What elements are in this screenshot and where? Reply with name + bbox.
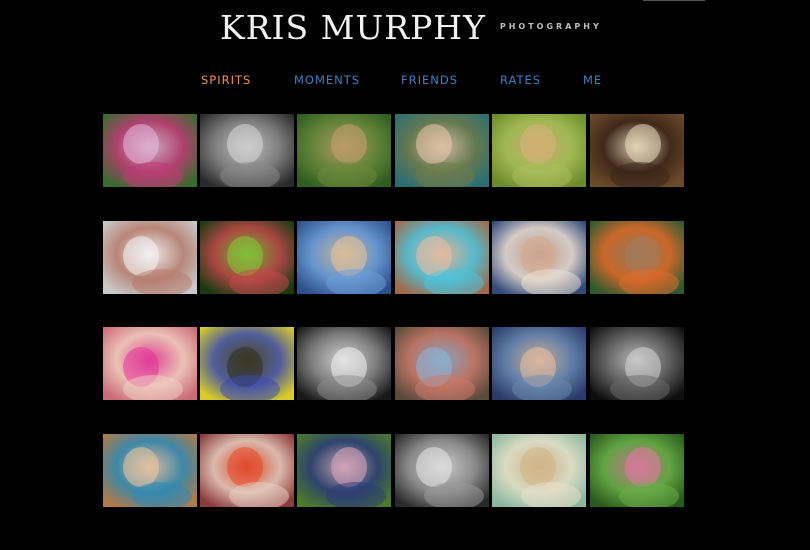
photo-image bbox=[297, 434, 391, 507]
photo-thumbnail[interactable] bbox=[297, 114, 391, 187]
photo-thumbnail[interactable] bbox=[492, 327, 586, 400]
photo-image bbox=[200, 221, 294, 294]
logo-name: KRIS MURPHY bbox=[220, 8, 486, 47]
logo-tagline: PHOTOGRAPHY bbox=[499, 22, 602, 31]
nav-item-spirits[interactable]: SPIRITS bbox=[201, 73, 251, 87]
photo-image bbox=[200, 114, 294, 187]
photo-thumbnail[interactable] bbox=[395, 327, 489, 400]
photo-thumbnail[interactable] bbox=[590, 221, 684, 294]
nav-item-moments[interactable]: MOMENTS bbox=[294, 73, 360, 87]
photo-thumbnail[interactable] bbox=[590, 434, 684, 507]
photo-image bbox=[395, 221, 489, 294]
photo-thumbnail[interactable] bbox=[590, 327, 684, 400]
photo-image bbox=[492, 114, 586, 187]
photo-image bbox=[103, 114, 197, 187]
photo-image bbox=[200, 434, 294, 507]
photo-image bbox=[395, 114, 489, 187]
photo-image bbox=[297, 114, 391, 187]
gallery-row bbox=[103, 114, 685, 187]
photo-image bbox=[492, 434, 586, 507]
photo-image bbox=[200, 327, 294, 400]
photo-image bbox=[297, 221, 391, 294]
photo-thumbnail[interactable] bbox=[297, 327, 391, 400]
photo-thumbnail[interactable] bbox=[200, 434, 294, 507]
photo-thumbnail[interactable] bbox=[200, 114, 294, 187]
photo-thumbnail[interactable] bbox=[395, 114, 489, 187]
gallery-row bbox=[103, 327, 685, 400]
photo-thumbnail[interactable] bbox=[492, 114, 586, 187]
photo-thumbnail[interactable] bbox=[590, 114, 684, 187]
site-logo[interactable]: KRIS MURPHY PHOTOGRAPHY bbox=[220, 8, 602, 54]
photo-image bbox=[590, 114, 684, 187]
photo-thumbnail[interactable] bbox=[200, 327, 294, 400]
photo-image bbox=[590, 221, 684, 294]
photo-thumbnail[interactable] bbox=[395, 434, 489, 507]
photo-thumbnail[interactable] bbox=[103, 434, 197, 507]
photo-thumbnail[interactable] bbox=[297, 221, 391, 294]
nav-item-rates[interactable]: RATES bbox=[500, 73, 541, 87]
nav-item-friends[interactable]: FRIENDS bbox=[401, 73, 458, 87]
photo-thumbnail[interactable] bbox=[103, 327, 197, 400]
photo-thumbnail[interactable] bbox=[492, 221, 586, 294]
photo-image bbox=[492, 327, 586, 400]
photo-image bbox=[395, 327, 489, 400]
photo-image bbox=[297, 327, 391, 400]
photo-thumbnail[interactable] bbox=[103, 221, 197, 294]
photo-thumbnail[interactable] bbox=[200, 221, 294, 294]
photo-image bbox=[590, 327, 684, 400]
gallery-row bbox=[103, 434, 685, 507]
photo-thumbnail[interactable] bbox=[297, 434, 391, 507]
photo-thumbnail[interactable] bbox=[103, 114, 197, 187]
photo-image bbox=[395, 434, 489, 507]
photo-image bbox=[103, 221, 197, 294]
gallery-row bbox=[103, 221, 685, 294]
main-nav: SPIRITS MOMENTS FRIENDS RATES ME bbox=[0, 73, 810, 89]
nav-item-me[interactable]: ME bbox=[583, 73, 602, 87]
photo-image bbox=[103, 434, 197, 507]
photo-image bbox=[103, 327, 197, 400]
photo-image bbox=[590, 434, 684, 507]
photo-image bbox=[492, 221, 586, 294]
photo-thumbnail[interactable] bbox=[492, 434, 586, 507]
photo-thumbnail[interactable] bbox=[395, 221, 489, 294]
top-edge-divider bbox=[643, 0, 705, 1]
